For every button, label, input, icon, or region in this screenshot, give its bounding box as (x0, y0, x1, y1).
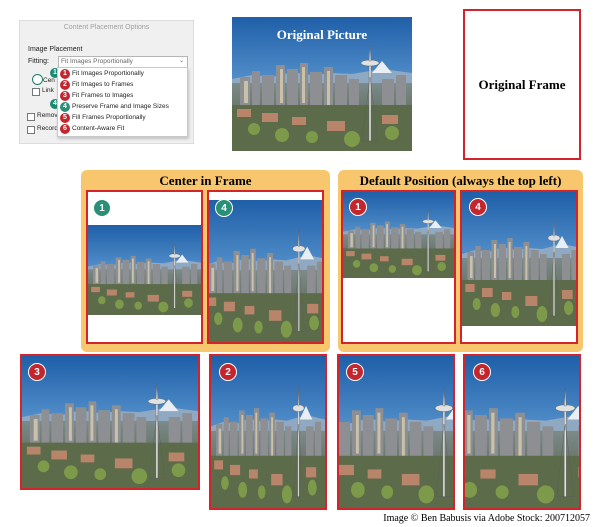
default-panel-title: Default Position (always the top left) (359, 173, 562, 188)
menu-badge-5: 5 (60, 113, 70, 123)
menu-item-fit-frames-to-images[interactable]: Fit Frames to Images (72, 92, 133, 99)
remove-option-label: Remov (37, 112, 58, 119)
original-picture-label: Original Picture (276, 27, 368, 42)
city-image (209, 200, 322, 342)
menu-item-content-aware-fit[interactable]: Content-Aware Fit (72, 125, 124, 132)
record-checkbox[interactable] (27, 126, 35, 134)
badge-4: 4 (469, 198, 487, 216)
remove-checkbox[interactable] (27, 113, 35, 121)
menu-badge-4: 4 (60, 102, 70, 112)
menu-item-fill-frames-proportionally[interactable]: Fill Frames Proportionally (72, 114, 146, 121)
link-checkbox[interactable] (32, 88, 40, 96)
image-placement-label: Image Placement (28, 46, 83, 53)
menu-badge-2: 2 (60, 80, 70, 90)
menu-item-preserve-frame-and-image-sizes[interactable]: Preserve Frame and Image Sizes (72, 103, 169, 110)
original-frame: Original Frame (463, 9, 581, 160)
original-picture: Original Picture (232, 17, 412, 151)
menu-badge-3: 3 (60, 91, 70, 101)
fit-frames-to-images-frame (20, 354, 200, 490)
badge-3: 3 (28, 363, 46, 381)
badge-4: 4 (215, 199, 233, 217)
center-option-label: Cen (43, 77, 55, 84)
badge-6: 6 (473, 363, 491, 381)
image-credit: Image © Ben Babusis via Adobe Stock: 200… (383, 513, 590, 524)
menu-badge-1: 1 (60, 69, 70, 79)
badge-2: 2 (219, 363, 237, 381)
city-image (88, 225, 201, 315)
link-option-label: Link (42, 87, 54, 94)
city-image (22, 356, 198, 488)
content-placement-dialog: Content Placement Options Image Placemen… (19, 20, 194, 144)
dialog-title: Content Placement Options (63, 24, 150, 31)
menu-item-fit-images-to-frames[interactable]: Fit Images to Frames (72, 81, 133, 88)
fitting-dropdown-menu: 1 Fit Images Proportionally 2 Fit Images… (57, 67, 188, 137)
record-option-label: Record (37, 125, 58, 132)
badge-1: 1 (349, 198, 367, 216)
menu-item-fit-images-proportionally[interactable]: Fit Images Proportionally (72, 70, 144, 77)
badge-1: 1 (93, 199, 111, 217)
fitting-select-value: Fit Images Proportionally (61, 58, 133, 65)
original-frame-label: Original Frame (478, 76, 566, 92)
fitting-label: Fitting: (28, 58, 50, 65)
center-radio[interactable] (32, 74, 43, 85)
chevron-down-icon: ⌄ (178, 58, 184, 64)
badge-5: 5 (346, 363, 364, 381)
menu-badge-6: 6 (60, 124, 70, 134)
center-panel-title: Center in Frame (159, 173, 252, 188)
